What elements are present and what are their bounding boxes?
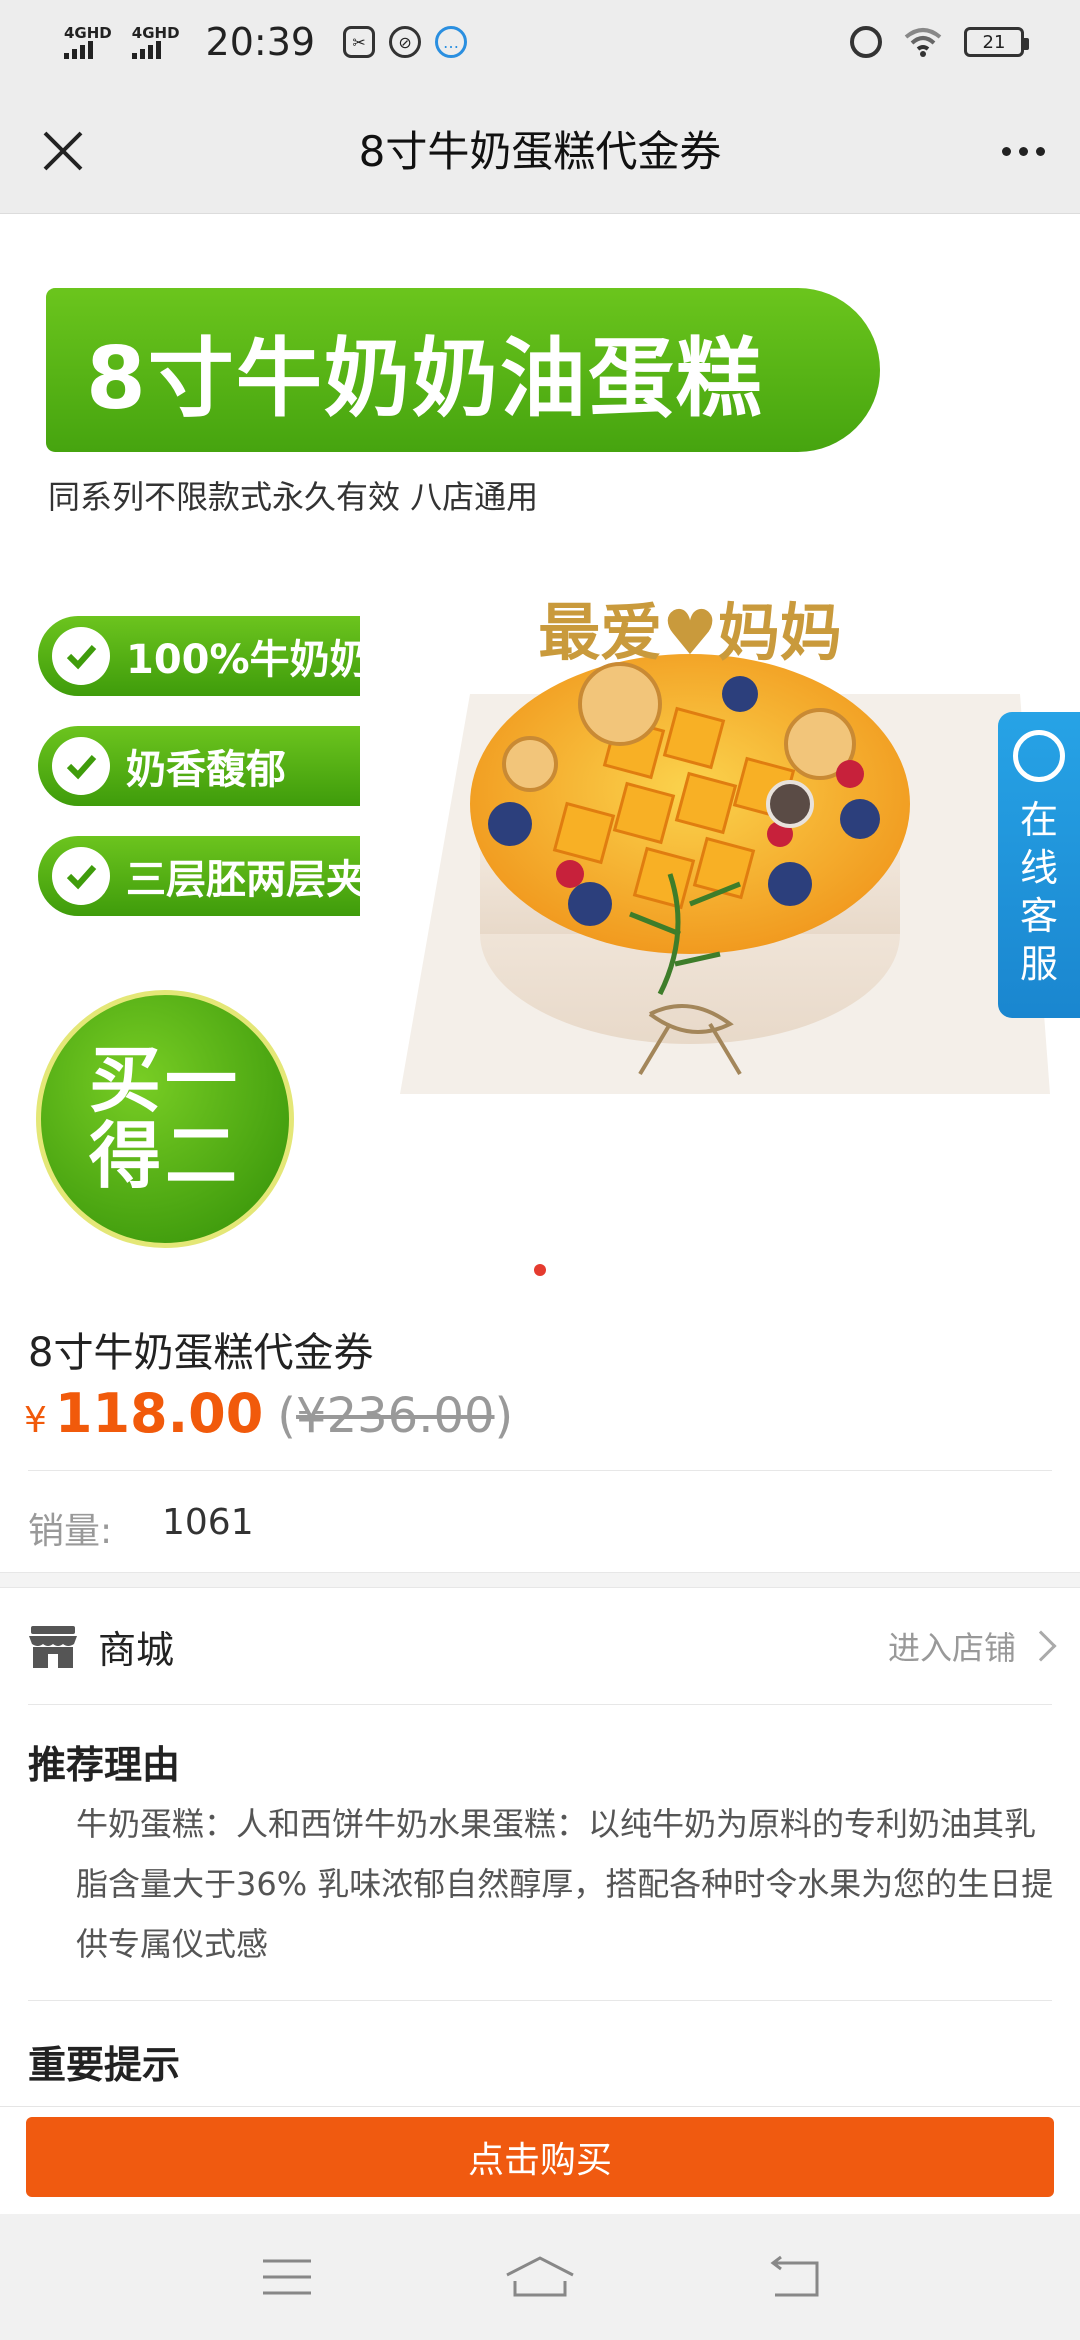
back-nav-button[interactable] bbox=[753, 2237, 833, 2317]
sales-row: 销量: 1061 bbox=[28, 1502, 254, 1554]
signal-icon: 4GHD bbox=[64, 23, 112, 59]
home-icon bbox=[506, 2256, 574, 2297]
menu-nav-button[interactable] bbox=[247, 2237, 327, 2317]
product-banner[interactable]: 8寸牛奶奶油蛋糕 同系列不限款式永久有效 八店通用 100%牛奶奶油 奶香馥郁 … bbox=[0, 214, 1080, 1294]
current-price: 118.00 bbox=[54, 1382, 264, 1445]
system-nav-bar bbox=[0, 2214, 1080, 2340]
more-dot bbox=[1018, 146, 1028, 156]
product-title: 8寸牛奶蛋糕代金券 bbox=[28, 1330, 374, 1376]
store-name: 商城 bbox=[98, 1627, 175, 1672]
network-label: 4GHD bbox=[64, 23, 112, 42]
alarm-icon bbox=[850, 26, 882, 58]
network-label-2: 4GHD bbox=[131, 23, 180, 42]
home-nav-button[interactable] bbox=[500, 2237, 580, 2317]
status-time: 20:39 bbox=[205, 20, 316, 64]
app-notification-icon: ✂ bbox=[343, 26, 376, 58]
feature-label: 奶香馥郁 bbox=[126, 747, 286, 793]
close-button[interactable] bbox=[28, 116, 98, 186]
back-icon bbox=[770, 2255, 819, 2297]
divider bbox=[28, 1704, 1052, 1705]
link-notification-icon: ⊘ bbox=[389, 26, 422, 58]
battery-icon: 21 bbox=[964, 27, 1029, 57]
service-label: 在线客服 bbox=[1019, 798, 1058, 986]
online-service-button[interactable]: 在线客服 bbox=[998, 712, 1080, 1018]
sales-label: 销量: bbox=[28, 1511, 113, 1552]
recommend-title: 推荐理由 bbox=[28, 1743, 181, 1787]
notice-title: 重要提示 bbox=[28, 2043, 181, 2087]
promo-line: 得二 bbox=[88, 1114, 241, 1198]
carousel-indicator bbox=[0, 1264, 1080, 1276]
status-bar: 4GHD 4GHD 20:39 ✂ ⊘ … 21 bbox=[0, 0, 1080, 84]
status-right: 21 bbox=[850, 26, 1029, 58]
cake-topper-text: 最爱♥妈妈 bbox=[538, 596, 842, 669]
check-icon bbox=[52, 627, 110, 685]
close-icon bbox=[43, 131, 83, 171]
original-price: (¥236.00) bbox=[277, 1388, 514, 1444]
buy-bar: 点击购买 bbox=[0, 2106, 1080, 2214]
check-icon bbox=[52, 847, 110, 905]
divider bbox=[28, 2000, 1052, 2001]
status-left: 4GHD 4GHD 20:39 ✂ ⊘ … bbox=[64, 20, 468, 64]
section-gap bbox=[0, 1572, 1080, 1588]
signal-icon-2: 4GHD bbox=[131, 23, 180, 59]
store-row[interactable]: 商城 进入店铺 bbox=[0, 1588, 1080, 1704]
menu-icon bbox=[262, 2259, 311, 2295]
promo-line: 买一 bbox=[88, 1038, 241, 1123]
banner-headline: 8寸牛奶奶油蛋糕 bbox=[46, 288, 880, 452]
more-dot bbox=[1035, 146, 1045, 156]
recommend-text: 牛奶蛋糕：人和西饼牛奶水果蛋糕：以纯牛奶为原料的专利奶油其乳脂含量大于36% 乳… bbox=[76, 1805, 1054, 1963]
wifi-icon bbox=[904, 28, 942, 57]
currency-symbol: ¥ bbox=[24, 1400, 47, 1441]
price-row: ¥ 118.00 (¥236.00) bbox=[24, 1382, 513, 1445]
page-title: 8寸牛奶蛋糕代金券 bbox=[358, 127, 722, 176]
screen: 4GHD 4GHD 20:39 ✂ ⊘ … 21 8寸牛奶蛋糕代金券 8寸牛奶奶… bbox=[0, 0, 1080, 2340]
chat-notification-icon: … bbox=[435, 26, 468, 58]
enter-store-label: 进入店铺 bbox=[887, 1629, 1016, 1667]
enter-store-link[interactable]: 进入店铺 bbox=[887, 1623, 1057, 1669]
promo-badge: 买一 得二 bbox=[36, 990, 294, 1248]
check-icon bbox=[52, 737, 110, 795]
service-icon bbox=[1013, 730, 1065, 782]
title-bar: 8寸牛奶蛋糕代金券 bbox=[0, 84, 1080, 214]
buy-button[interactable]: 点击购买 bbox=[26, 2117, 1054, 2197]
store-icon bbox=[29, 1626, 77, 1668]
sales-value: 1061 bbox=[162, 1502, 254, 1543]
cake-image: 最爱♥妈妈 bbox=[360, 574, 1050, 1094]
more-dot bbox=[1001, 146, 1011, 156]
carousel-dot bbox=[534, 1264, 546, 1276]
more-button[interactable] bbox=[988, 116, 1058, 186]
banner-subtitle: 同系列不限款式永久有效 八店通用 bbox=[48, 478, 539, 516]
chevron-right-icon bbox=[1025, 1630, 1057, 1662]
divider bbox=[28, 1470, 1052, 1471]
